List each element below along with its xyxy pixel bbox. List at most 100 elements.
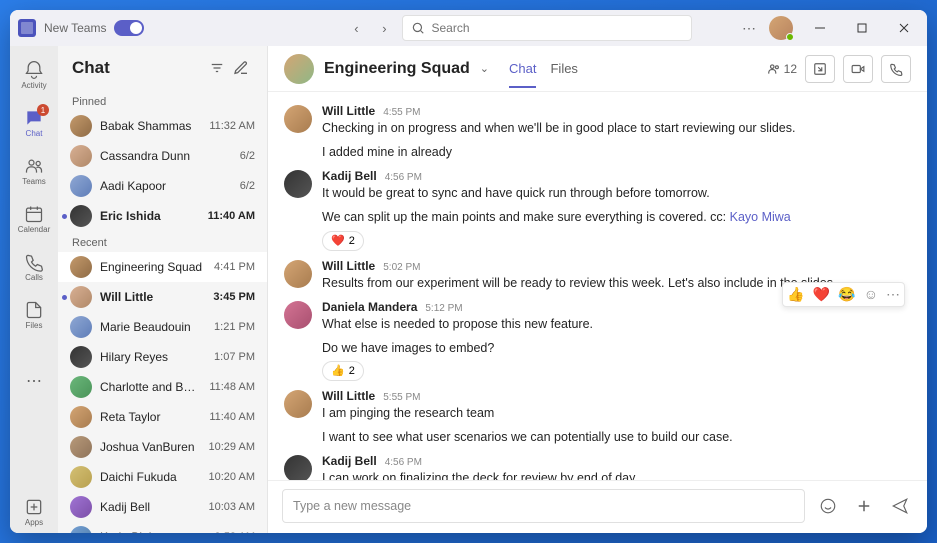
message-author: Will Little xyxy=(322,389,375,403)
message-time: 5:02 PM xyxy=(383,262,420,273)
message-avatar xyxy=(284,390,312,418)
chevron-down-icon[interactable]: ⌄ xyxy=(480,62,489,75)
chat-list-item[interactable]: Hilary Reyes1:07 PM xyxy=(58,342,267,372)
chat-avatar xyxy=(70,406,92,428)
chat-list-item[interactable]: Cassandra Dunn6/2 xyxy=(58,141,267,171)
chat-item-time: 9:53 AM xyxy=(215,531,255,533)
message-time: 5:12 PM xyxy=(425,303,462,314)
quick-reaction-icon[interactable]: ❤️ xyxy=(813,286,830,303)
nav-back-button[interactable]: ‹ xyxy=(344,16,368,40)
chat-item-time: 3:45 PM xyxy=(213,291,255,303)
chat-item-time: 11:32 AM xyxy=(209,120,255,132)
new-teams-toggle[interactable] xyxy=(114,20,144,36)
maximize-button[interactable] xyxy=(847,13,877,43)
message-avatar xyxy=(284,170,312,198)
close-button[interactable] xyxy=(889,13,919,43)
search-input[interactable] xyxy=(431,21,683,35)
chat-avatar xyxy=(70,175,92,197)
message-author: Kadij Bell xyxy=(322,169,377,183)
message-time: 4:55 PM xyxy=(383,107,420,118)
rail-calendar[interactable]: Calendar xyxy=(12,198,56,240)
message-text: I added mine in already xyxy=(322,143,911,161)
rail-chat[interactable]: 1Chat xyxy=(12,102,56,144)
chat-item-time: 11:40 AM xyxy=(209,411,255,423)
section-label: Recent xyxy=(58,231,267,252)
chat-item-time: 6/2 xyxy=(240,150,255,162)
chat-item-name: Will Little xyxy=(100,290,205,304)
chat-title: Engineering Squad xyxy=(324,60,470,78)
message-hover-toolbar: 👍 ❤️ 😂 ☺ ⋯ xyxy=(782,282,905,307)
message-text: We can split up the main points and make… xyxy=(322,208,911,226)
chat-item-name: Eric Ishida xyxy=(100,209,200,223)
profile-avatar[interactable] xyxy=(769,16,793,40)
mention-link[interactable]: Kayo Miwa xyxy=(730,210,791,224)
filter-icon[interactable] xyxy=(205,56,229,80)
rail-calls[interactable]: Calls xyxy=(12,246,56,288)
chat-list-item[interactable]: Aadi Kapoor6/2 xyxy=(58,171,267,201)
nav-forward-button[interactable]: › xyxy=(372,16,396,40)
chat-list-item[interactable]: Babak Shammas11:32 AM xyxy=(58,111,267,141)
chat-list-item[interactable]: Charlotte and Babak11:48 AM xyxy=(58,372,267,402)
message-text: I am pinging the research team xyxy=(322,404,911,422)
emoji-icon[interactable] xyxy=(815,493,841,519)
titlebar: New Teams ‹ › ⋯ xyxy=(10,10,927,46)
chat-item-name: Engineering Squad xyxy=(100,260,206,274)
participants-count[interactable]: 12 xyxy=(767,62,797,76)
send-icon[interactable] xyxy=(887,493,913,519)
rail-teams[interactable]: Teams xyxy=(12,150,56,192)
message-more-icon[interactable]: ⋯ xyxy=(886,286,900,303)
rail-apps[interactable]: Apps xyxy=(12,491,56,533)
compose-input[interactable]: Type a new message xyxy=(282,489,805,523)
chat-list-item[interactable]: Joshua VanBuren10:29 AM xyxy=(58,432,267,462)
rail-activity[interactable]: Activity xyxy=(12,54,56,96)
more-icon[interactable]: ⋯ xyxy=(742,20,757,37)
chat-list-item[interactable]: Kadij Bell10:03 AM xyxy=(58,492,267,522)
chat-item-name: Karin Blair xyxy=(100,530,207,533)
attach-icon[interactable] xyxy=(851,493,877,519)
search-box[interactable] xyxy=(402,15,692,41)
message-group: 👍❤️😂☺⋯Daniela Mandera5:12 PMWhat else is… xyxy=(284,300,911,381)
open-in-window-button[interactable] xyxy=(805,55,835,83)
rail-more[interactable]: ⋯ xyxy=(12,360,56,402)
reaction-pill[interactable]: ❤️2 xyxy=(322,231,364,251)
new-chat-icon[interactable] xyxy=(229,56,253,80)
message-list: Will Little4:55 PMChecking in on progres… xyxy=(268,92,927,480)
chat-list-item[interactable]: Karin Blair 9:53 AM xyxy=(58,522,267,533)
rail-files[interactable]: Files xyxy=(12,294,56,336)
tab-files[interactable]: Files xyxy=(550,49,577,88)
chat-list-item[interactable]: Daichi Fukuda10:20 AM xyxy=(58,462,267,492)
more-reactions-icon[interactable]: ☺ xyxy=(864,286,878,302)
reaction-count: 2 xyxy=(349,235,355,247)
chat-item-name: Reta Taylor xyxy=(100,410,201,424)
chat-item-name: Charlotte and Babak xyxy=(100,380,201,394)
chat-item-time: 1:21 PM xyxy=(214,321,255,333)
message-group: Will Little4:55 PMChecking in on progres… xyxy=(284,104,911,161)
titlebar-label: New Teams xyxy=(44,21,106,35)
message-author: Will Little xyxy=(322,259,375,273)
chat-list-item[interactable]: Will Little 3:45 PM xyxy=(58,282,267,312)
chat-item-name: Daichi Fukuda xyxy=(100,470,201,484)
reaction-pill[interactable]: 👍2 xyxy=(322,361,364,381)
chat-list-item[interactable]: Eric Ishida11:40 AM xyxy=(58,201,267,231)
chat-main: Engineering Squad ⌄ Chat Files 12 Will L… xyxy=(268,46,927,533)
message-text: What else is needed to propose this new … xyxy=(322,315,911,333)
chat-avatar xyxy=(70,526,92,533)
quick-reaction-icon[interactable]: 👍 xyxy=(787,286,804,303)
tab-chat[interactable]: Chat xyxy=(509,49,536,88)
chat-list-item[interactable]: Reta Taylor 11:40 AM xyxy=(58,402,267,432)
presence-available-icon xyxy=(786,33,794,41)
message-group: Kadij Bell4:56 PMI can work on finalizin… xyxy=(284,454,911,480)
message-avatar xyxy=(284,455,312,480)
quick-reaction-icon[interactable]: 😂 xyxy=(838,286,855,303)
minimize-button[interactable] xyxy=(805,13,835,43)
video-call-button[interactable] xyxy=(843,55,873,83)
chat-avatar xyxy=(70,466,92,488)
chat-list-item[interactable]: Engineering Squad4:41 PM xyxy=(58,252,267,282)
message-time: 5:55 PM xyxy=(383,392,420,403)
reaction-count: 2 xyxy=(349,365,355,377)
teams-app-icon xyxy=(18,19,36,37)
message-author: Daniela Mandera xyxy=(322,300,417,314)
chat-avatar xyxy=(70,316,92,338)
chat-list-item[interactable]: Marie Beaudouin1:21 PM xyxy=(58,312,267,342)
audio-call-button[interactable] xyxy=(881,55,911,83)
